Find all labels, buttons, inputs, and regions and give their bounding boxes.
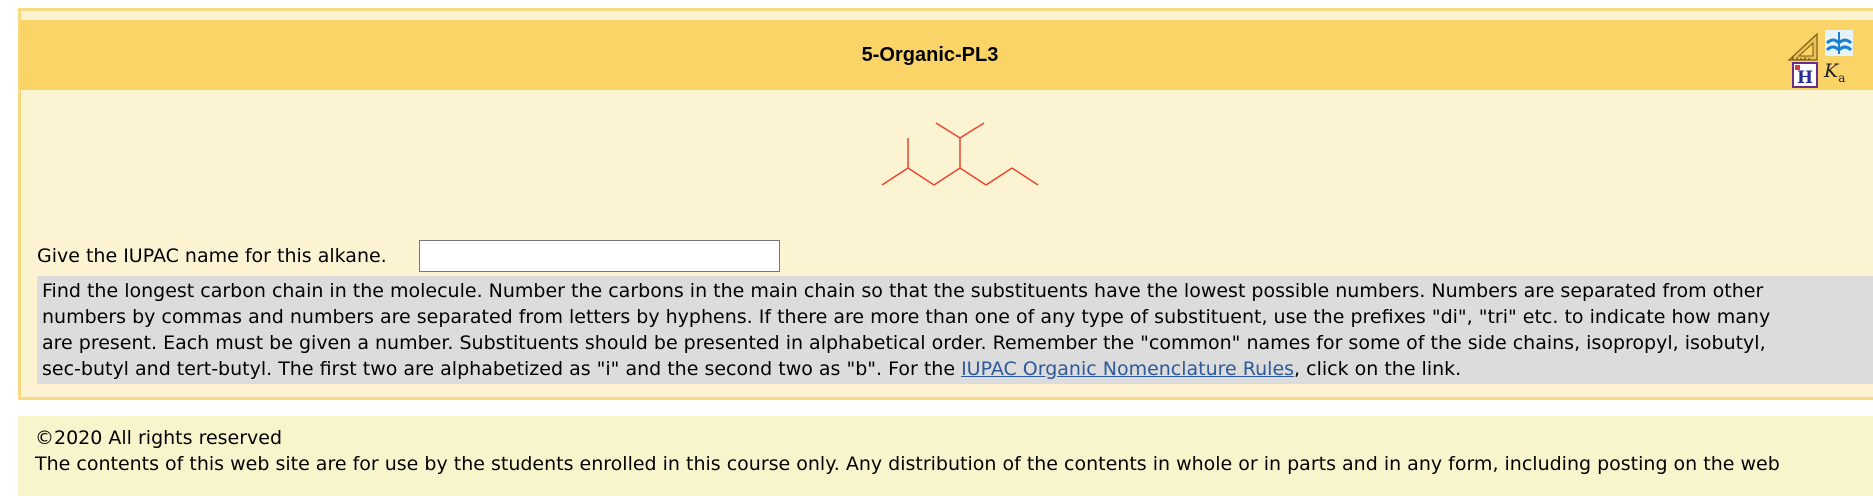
usage-notice: The contents of this web site are for us… [35,453,1780,475]
bond-line [959,167,987,186]
footer: ©2020 All rights reserved The contents o… [18,416,1873,496]
molecule-structure [881,122,1039,186]
header-bar: 5-Organic-PL3 H Ka [20,20,1873,90]
iupac-rules-link[interactable]: IUPAC Organic Nomenclature Rules [961,358,1294,380]
page-title: 5-Organic-PL3 [861,44,999,66]
bond-line [881,167,909,186]
ka-subscript: a [1838,70,1846,85]
ruler-triangle-icon[interactable] [1787,32,1819,62]
bond-line [959,122,985,139]
ka-icon[interactable]: Ka [1824,60,1845,85]
bond-line [933,167,961,186]
copyright-text: ©2020 All rights reserved [35,427,283,449]
answer-input[interactable] [419,240,780,272]
bond-line [907,167,935,186]
question-prompt: Give the IUPAC name for this alkane. [37,245,387,267]
svg-text:H: H [1797,68,1813,88]
bond-line [1011,167,1039,186]
book-icon[interactable] [1823,28,1855,58]
hint-text: , click on the link. [1294,358,1462,380]
hint-line: numbers by commas and numbers are separa… [42,306,1771,328]
hint-line: are present. Each must be given a number… [42,332,1766,354]
ka-label: K [1824,60,1839,82]
bond-line [985,167,1013,186]
hint-box: Find the longest carbon chain in the mol… [37,276,1873,384]
hint-line: sec-butyl and tert-butyl. The first two … [42,356,1873,382]
hint-text: sec-butyl and tert-butyl. The first two … [42,358,962,380]
bond-line [935,122,961,139]
hint-line: Find the longest carbon chain in the mol… [42,280,1764,302]
periodic-table-icon[interactable]: H [1792,62,1818,88]
